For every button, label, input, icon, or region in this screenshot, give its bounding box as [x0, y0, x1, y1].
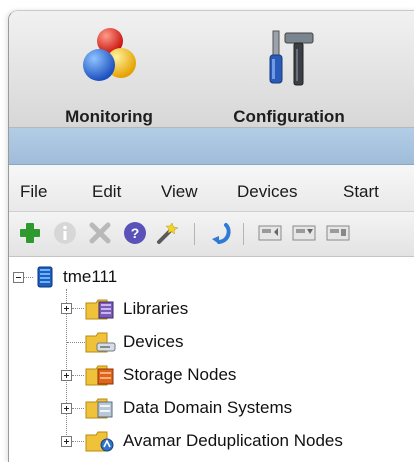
configuration-label: Configuration: [233, 107, 345, 126]
tree-expand-toggle[interactable]: [61, 303, 72, 314]
tree-connector: [72, 308, 84, 309]
tree-collapse-toggle[interactable]: [13, 272, 24, 283]
tree-connector: [72, 441, 84, 442]
tree-root-label[interactable]: tme111: [63, 267, 117, 287]
library-unload-icon[interactable]: [291, 220, 317, 246]
tree-item-storage-nodes[interactable]: Storage Nodes: [123, 365, 236, 385]
tree-item-avamar-deduplication-nodes[interactable]: Avamar Deduplication Nodes: [123, 431, 343, 451]
storage-nodes-folder-icon: [85, 365, 114, 386]
menu-devices[interactable]: Devices: [237, 182, 297, 202]
tree-expand-toggle[interactable]: [61, 403, 72, 414]
library-label-icon[interactable]: [325, 220, 351, 246]
avamar-folder-icon: [85, 431, 114, 452]
menu-start[interactable]: Start: [343, 182, 379, 202]
app-window: Monitoring Configuration File Edit View …: [8, 10, 414, 462]
tree-item-data-domain-systems[interactable]: Data Domain Systems: [123, 398, 292, 418]
tree-item-devices[interactable]: Devices: [123, 332, 183, 352]
monitoring-label: Monitoring: [65, 107, 153, 126]
help-icon[interactable]: ?: [122, 220, 148, 246]
monitoring-button[interactable]: Monitoring: [49, 23, 169, 126]
plus-icon[interactable]: [17, 220, 43, 246]
configuration-button[interactable]: Configuration: [209, 23, 369, 126]
tree-connector: [72, 408, 84, 409]
icon-toolbar: ?: [9, 212, 414, 257]
refresh-icon[interactable]: [207, 220, 233, 246]
monitoring-icon: [83, 28, 136, 81]
menu-edit[interactable]: Edit: [92, 182, 121, 202]
toolbar-separator: [243, 223, 244, 245]
data-domain-folder-icon: [85, 398, 113, 419]
wand-icon[interactable]: [155, 220, 181, 246]
main-toolbar: Monitoring Configuration: [9, 11, 414, 128]
libraries-folder-icon: [85, 299, 114, 320]
tree-item-libraries[interactable]: Libraries: [123, 299, 188, 319]
svg-text:?: ?: [131, 225, 140, 241]
configuration-icon: [269, 30, 314, 86]
info-icon[interactable]: [52, 220, 78, 246]
menu-file[interactable]: File: [20, 182, 47, 202]
tree-expand-toggle[interactable]: [61, 436, 72, 447]
tree-connector: [72, 375, 84, 376]
library-move-icon[interactable]: [257, 220, 283, 246]
tree-connector: [67, 342, 85, 343]
delete-icon[interactable]: [87, 220, 113, 246]
server-icon: [37, 266, 53, 288]
device-tree: tme111 Libraries Devices Storage Nodes D…: [9, 257, 414, 462]
tree-expand-toggle[interactable]: [61, 370, 72, 381]
accent-band: [9, 128, 414, 165]
tree-connector: [24, 277, 33, 278]
devices-folder-icon: [85, 332, 116, 353]
menu-bar: File Edit View Devices Start: [9, 165, 414, 212]
menu-view[interactable]: View: [161, 182, 198, 202]
toolbar-separator: [194, 223, 195, 245]
